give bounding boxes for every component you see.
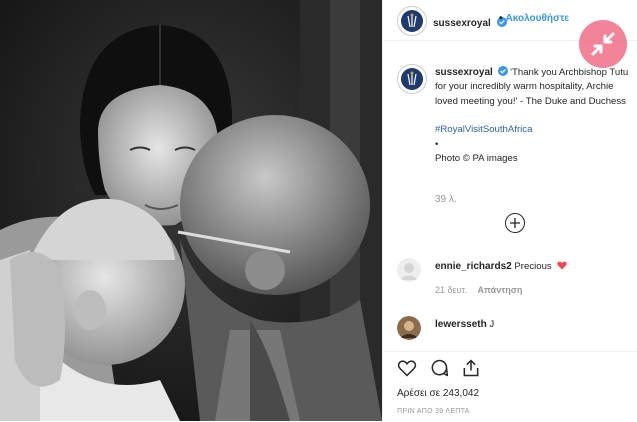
collapse-button[interactable]: [579, 20, 627, 68]
collapse-icon: [591, 32, 615, 56]
comment-text: Precious: [514, 261, 552, 272]
crest-icon: [398, 7, 426, 35]
post-side-panel: sussexroyal • Ακολουθήστε sussexroyal 'T…: [382, 0, 637, 422]
plus-icon: [510, 218, 520, 228]
share-icon[interactable]: [461, 358, 481, 378]
author-username[interactable]: sussexroyal: [433, 18, 491, 29]
caption-bullet: •: [435, 138, 439, 150]
avatar-placeholder-icon: [397, 258, 421, 282]
post-actions: Αρέσει σε 243,042 ΠΡΙΝ ΑΠΟ 39 ΛΕΠΤΑ: [383, 351, 637, 422]
comment-text: J: [489, 319, 495, 330]
follow-separator: •: [499, 13, 503, 24]
comment-avatar[interactable]: [397, 258, 421, 282]
comments-scrollbar[interactable]: [632, 41, 636, 351]
post-caption: sussexroyal 'Thank you Archbishop Tutu f…: [435, 66, 631, 166]
caption-hashtag[interactable]: #RoyalVisitSouthAfrica: [435, 123, 631, 137]
verified-icon: [497, 66, 508, 76]
comment-icon[interactable]: [429, 358, 449, 378]
post-time-ago[interactable]: ΠΡΙΝ ΑΠΟ 39 ΛΕΠΤΑ: [397, 408, 470, 415]
caption-username[interactable]: sussexroyal: [435, 67, 493, 78]
heart-emoji-icon: [557, 261, 568, 270]
load-more-comments-button[interactable]: [505, 213, 525, 233]
crest-icon: [398, 65, 426, 93]
photo-image: [0, 0, 382, 421]
heart-icon[interactable]: [397, 358, 417, 378]
comment-item: lewersseth J: [397, 316, 627, 350]
caption-age: 39 λ.: [435, 194, 457, 205]
comment-username[interactable]: ennie_richards2: [435, 261, 512, 272]
avatar-photo-icon: [397, 316, 421, 340]
caption-credit: Photo © PA images: [435, 153, 518, 165]
likes-count[interactable]: Αρέσει σε 243,042: [397, 388, 479, 399]
comment-username[interactable]: lewersseth: [435, 319, 487, 330]
post-photo[interactable]: [0, 0, 382, 421]
comment-item: ennie_richards2 Precious 21 δευτ. Απάντησ…: [397, 258, 627, 302]
comment-avatar[interactable]: [397, 316, 421, 340]
comment-reply-button[interactable]: Απάντηση: [478, 285, 523, 295]
follow-button[interactable]: Ακολουθήστε: [506, 13, 570, 24]
comment-time: 21 δευτ.: [435, 285, 468, 295]
caption-avatar[interactable]: [397, 64, 427, 94]
follow-wrap: • Ακολουθήστε: [499, 13, 569, 24]
author-avatar[interactable]: [397, 6, 427, 36]
